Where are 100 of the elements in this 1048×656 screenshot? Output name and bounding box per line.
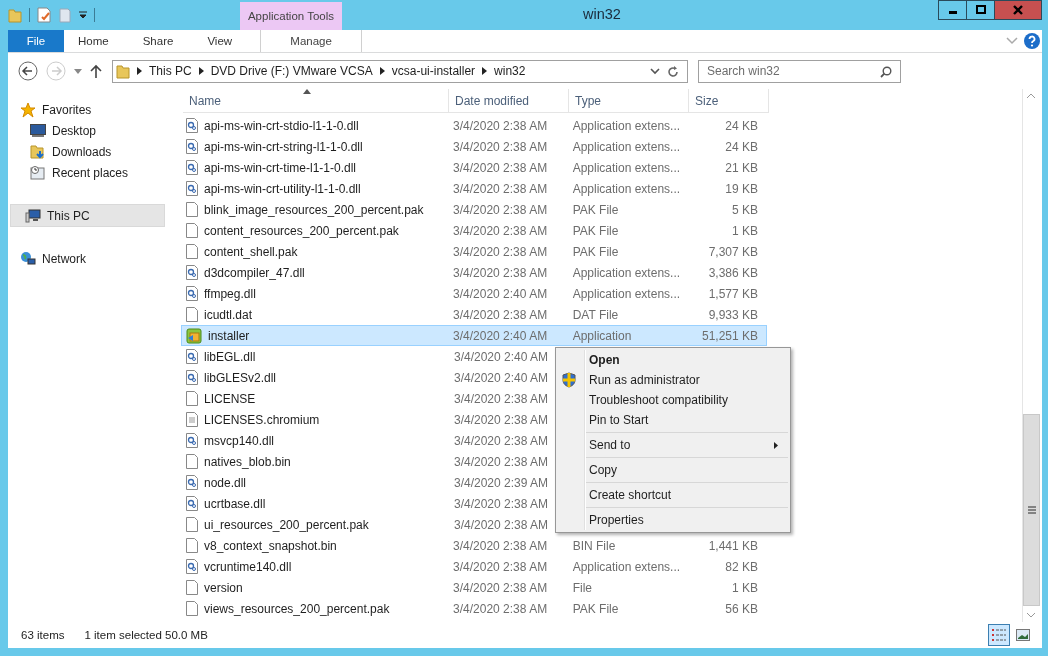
file-row[interactable]: version 3/4/2020 2:38 AM File 1 KB xyxy=(181,577,767,598)
nav-item[interactable]: Network xyxy=(8,248,165,269)
file-tab[interactable]: File xyxy=(8,30,64,52)
date-cell-text: 3/4/2020 2:38 AM xyxy=(452,160,549,175)
size-cell-text: 56 KB xyxy=(724,601,759,616)
file-row[interactable]: api-ms-win-crt-utility-l1-1-0.dll 3/4/2020 2:38 AM Application extens... 19 KB xyxy=(181,178,767,199)
file-row[interactable]: api-ms-win-crt-time-l1-1-0.dll 3/4/2020 2:38 AM Application extens... 21 KB xyxy=(181,157,767,178)
minimize-button[interactable] xyxy=(938,0,967,20)
selection-info: 1 item selected 50.0 MB xyxy=(84,629,208,641)
file-row[interactable]: v8_context_snapshot.bin 3/4/2020 2:38 AM BIN File 1,441 KB xyxy=(181,535,767,556)
file-icon xyxy=(186,580,198,595)
size-cell-text: 1,441 KB xyxy=(707,538,759,553)
breadcrumb[interactable]: DVD Drive (F:) VMware VCSA xyxy=(210,64,373,78)
menu-item[interactable]: Pin to Start xyxy=(556,410,788,430)
date-cell-text: 3/4/2020 2:38 AM xyxy=(452,265,549,280)
type-cell-text: Application extens... xyxy=(571,265,682,280)
menu-item[interactable]: Run as administrator xyxy=(556,370,788,390)
star-icon xyxy=(20,101,36,118)
breadcrumb[interactable]: This PC xyxy=(149,64,192,78)
type-cell-text: PAK File xyxy=(571,601,620,616)
date-cell-text: 3/4/2020 2:38 AM xyxy=(452,307,549,322)
file-row[interactable]: api-ms-win-crt-stdio-l1-1-0.dll 3/4/2020 2:38 AM Application extens... 24 KB xyxy=(181,115,767,136)
date-cell-text: 3/4/2020 2:38 AM xyxy=(453,454,550,469)
file-icon xyxy=(186,307,198,322)
nav-item[interactable]: Downloads xyxy=(8,141,165,162)
type-cell-text: DAT File xyxy=(571,307,620,322)
menu-item[interactable]: Troubleshoot compatibility xyxy=(556,390,788,410)
nav-item[interactable]: Recent places xyxy=(8,162,165,183)
nav-item[interactable]: Desktop xyxy=(8,120,165,141)
file-name: ui_resources_200_percent.pak xyxy=(204,517,369,532)
size-cell-text: 82 KB xyxy=(724,559,759,574)
breadcrumb[interactable]: win32 xyxy=(494,64,526,78)
help-icon[interactable] xyxy=(1024,33,1040,49)
properties-icon[interactable] xyxy=(37,7,51,23)
type-cell-text: Application extens... xyxy=(571,139,682,154)
ribbon-tab[interactable]: Manage xyxy=(260,30,363,52)
scrollbar-thumb[interactable] xyxy=(1023,414,1040,606)
recent-locations-icon[interactable] xyxy=(74,68,82,74)
type-cell-text: Application extens... xyxy=(571,286,682,301)
up-arrow-icon[interactable] xyxy=(90,64,102,78)
chevron-icon[interactable] xyxy=(482,67,488,75)
folder-icon xyxy=(116,63,130,79)
column-header[interactable]: Name xyxy=(183,89,449,113)
file-name: icudtl.dat xyxy=(204,307,253,322)
details-view-button[interactable] xyxy=(988,624,1010,646)
menu-item[interactable]: Create shortcut xyxy=(556,485,788,505)
menu-item[interactable]: Properties xyxy=(556,510,788,530)
file-row[interactable]: ffmpeg.dll 3/4/2020 2:40 AM Application extens... 1,577 KB xyxy=(181,283,767,304)
dll-file-icon xyxy=(186,265,198,280)
dll-file-icon xyxy=(186,370,198,385)
file-name: version xyxy=(204,580,243,595)
column-header[interactable]: Type xyxy=(569,89,689,113)
file-name: ucrtbase.dll xyxy=(204,496,266,511)
date-cell-text: 3/4/2020 2:38 AM xyxy=(452,223,549,238)
file-row[interactable]: api-ms-win-crt-string-l1-1-0.dll 3/4/2020 2:38 AM Application extens... 24 KB xyxy=(181,136,767,157)
file-name: installer xyxy=(208,328,250,343)
file-name: blink_image_resources_200_percent.pak xyxy=(204,202,424,217)
date-cell-text: 3/4/2020 2:38 AM xyxy=(452,139,549,154)
file-row[interactable]: content_resources_200_percent.pak 3/4/2020 2:38 AM PAK File 1 KB xyxy=(181,220,767,241)
size-cell-text: 51,251 KB xyxy=(700,328,759,343)
column-header[interactable]: Date modified xyxy=(449,89,569,113)
breadcrumb[interactable]: vcsa-ui-installer xyxy=(391,64,476,78)
file-row[interactable]: installer 3/4/2020 2:40 AM Application 51,251 KB xyxy=(181,325,767,346)
computer-icon xyxy=(25,208,41,223)
chevron-icon[interactable] xyxy=(379,67,385,75)
file-name: LICENSES.chromium xyxy=(204,412,320,427)
file-row[interactable]: icudtl.dat 3/4/2020 2:38 AM DAT File 9,933 KB xyxy=(181,304,767,325)
date-cell-text: 3/4/2020 2:38 AM xyxy=(452,580,549,595)
type-cell-text: Application xyxy=(571,328,633,343)
file-name: content_resources_200_percent.pak xyxy=(204,223,399,238)
file-row[interactable]: vcruntime140.dll 3/4/2020 2:38 AM Application extens... 82 KB xyxy=(181,556,767,577)
size-cell-text: 24 KB xyxy=(724,139,759,154)
nav-item[interactable]: Favorites xyxy=(8,99,165,120)
date-cell-text: 3/4/2020 2:40 AM xyxy=(452,328,549,343)
file-row[interactable]: views_resources_200_percent.pak 3/4/2020 2:38 AM PAK File 56 KB xyxy=(181,598,767,619)
chevron-icon[interactable] xyxy=(198,67,204,75)
maximize-button[interactable] xyxy=(966,0,995,20)
back-icon[interactable] xyxy=(18,61,38,81)
dll-file-icon xyxy=(186,559,198,574)
refresh-icon[interactable] xyxy=(667,64,679,78)
file-row[interactable]: d3dcompiler_47.dll 3/4/2020 2:38 AM Application extens... 3,386 KB xyxy=(181,262,767,283)
close-button[interactable] xyxy=(994,0,1042,20)
address-bar[interactable]: This PC DVD Drive (F:) VMware VCSA vcsa-ui-installer win32 xyxy=(112,59,688,83)
chevron-icon[interactable] xyxy=(137,67,142,75)
menu-item[interactable]: Send to xyxy=(556,435,788,455)
size-cell-text: 9,933 KB xyxy=(707,307,759,322)
menu-item[interactable]: Open xyxy=(556,350,788,370)
dll-file-icon xyxy=(186,475,198,490)
date-cell-text: 3/4/2020 2:38 AM xyxy=(453,496,550,511)
size-cell-text: 3,386 KB xyxy=(707,265,759,280)
search-field[interactable]: Search win32 xyxy=(698,59,901,83)
type-cell-text: File xyxy=(571,580,593,595)
dropdown-icon[interactable] xyxy=(650,67,660,75)
file-row[interactable]: blink_image_resources_200_percent.pak 3/4/2020 2:38 AM PAK File 5 KB xyxy=(181,199,767,220)
file-name: libGLESv2.dll xyxy=(204,370,277,385)
nav-item[interactable]: This PC xyxy=(10,204,165,227)
column-header[interactable]: Size xyxy=(689,89,769,113)
file-row[interactable]: content_shell.pak 3/4/2020 2:38 AM PAK File 7,307 KB xyxy=(181,241,767,262)
menu-item[interactable]: Copy xyxy=(556,460,788,480)
dropdown-icon[interactable] xyxy=(79,11,87,19)
